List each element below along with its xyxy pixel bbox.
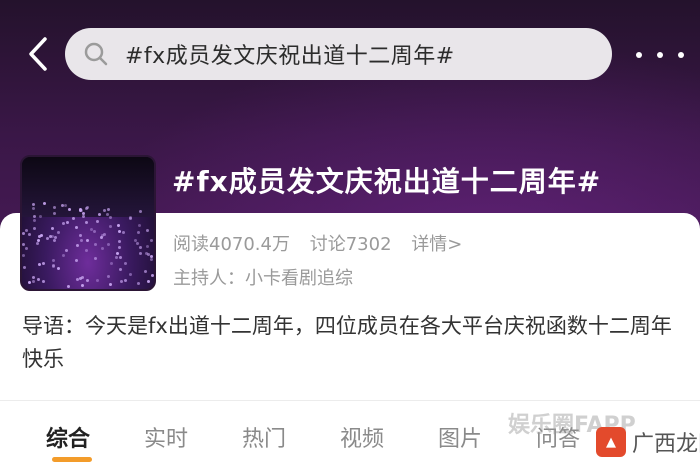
tab-images[interactable]: 图片 (438, 421, 482, 453)
topic-cover-image[interactable] (20, 155, 156, 291)
more-dots-icon (636, 52, 642, 58)
search-bar[interactable]: #fx成员发文庆祝出道十二周年# (65, 28, 612, 80)
topic-stats: 阅读4070.4万 讨论7302 详情> (173, 230, 476, 256)
search-icon (84, 42, 108, 66)
search-query-text: #fx成员发文庆祝出道十二周年# (125, 44, 455, 69)
back-button[interactable] (18, 34, 58, 74)
tab-video[interactable]: 视频 (340, 421, 384, 453)
tab-realtime[interactable]: 实时 (144, 421, 188, 453)
back-arrow-icon (29, 37, 47, 71)
site-watermark: ▲ 广西龙网 (596, 426, 700, 458)
tab-hot[interactable]: 热门 (242, 421, 286, 453)
read-count: 阅读4070.4万 (173, 234, 290, 255)
more-button[interactable] (636, 40, 684, 70)
active-tab-indicator (52, 457, 92, 462)
tab-comprehensive[interactable]: 综合 (46, 421, 90, 453)
topic-title: #fx成员发文庆祝出道十二周年# (172, 165, 602, 198)
topic-host[interactable]: 主持人：小卡看剧追综 (173, 264, 353, 290)
topic-intro: 导语：今天是fx出道十二周年，四位成员在各大平台庆祝函数十二周年快乐 (22, 314, 672, 371)
site-watermark-text: 广西龙网 (632, 432, 700, 457)
details-link[interactable]: 详情> (411, 234, 462, 255)
discussion-count: 讨论7302 (309, 234, 392, 255)
site-logo-icon: ▲ (596, 427, 626, 457)
